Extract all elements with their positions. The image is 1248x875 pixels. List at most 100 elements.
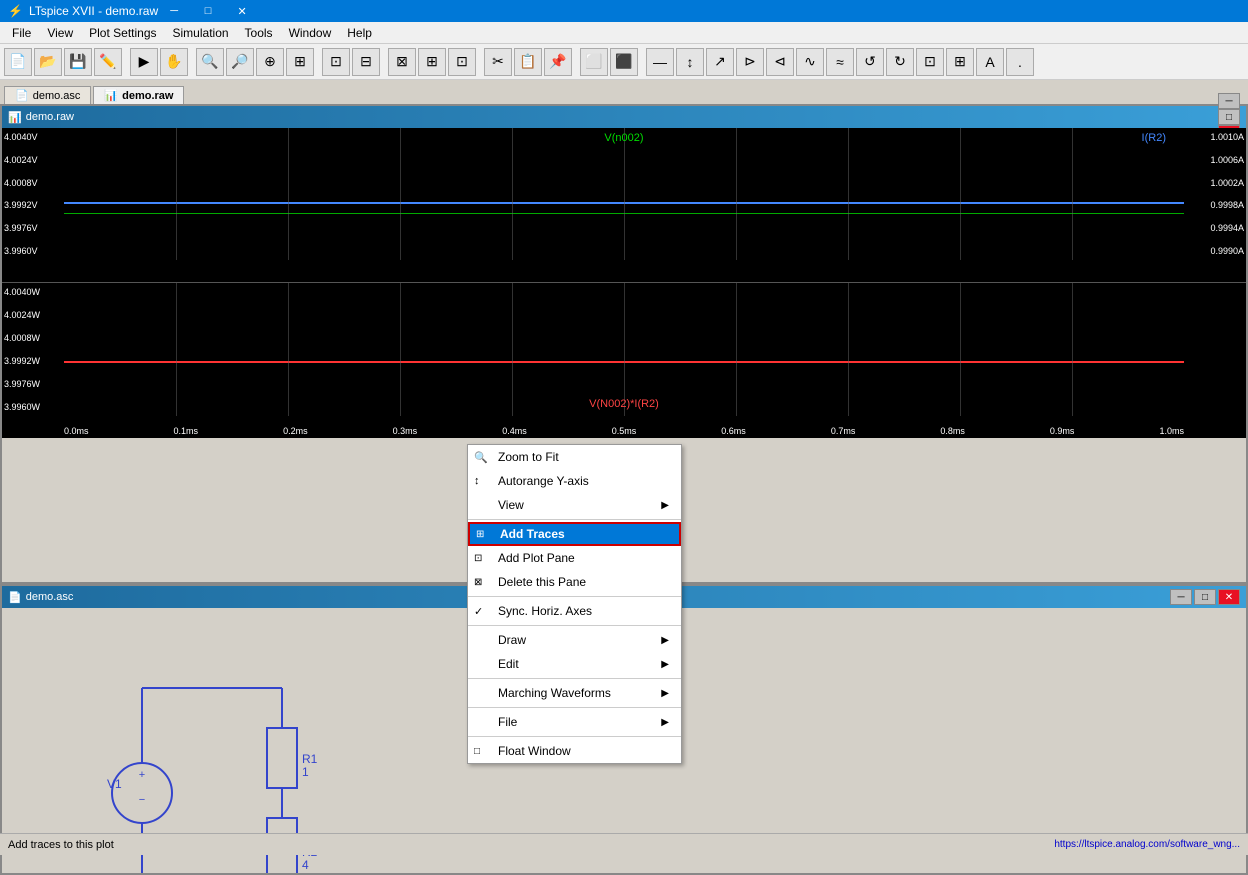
cut-button[interactable]: ✂	[484, 48, 512, 76]
x-label-2: 0.2ms	[283, 426, 308, 436]
cap-button[interactable]: ⬛	[610, 48, 638, 76]
menu-tools[interactable]: Tools	[237, 24, 281, 42]
pane1-y-left-2: 4.0008V	[4, 178, 62, 188]
schematic-close-button[interactable]: ✕	[1218, 589, 1240, 605]
ctx-float-window[interactable]: □ Float Window	[468, 739, 681, 763]
plot-pane1[interactable]: V(n002) I(R2) 4.0040V 4.0024V 4.0008V 3.…	[2, 128, 1246, 283]
tb-extra2[interactable]: ↕	[676, 48, 704, 76]
pane1-y-right-2: 1.0002A	[1186, 178, 1244, 188]
ctx-add-plot-pane-label: Add Plot Pane	[498, 551, 575, 565]
menu-window[interactable]: Window	[281, 24, 340, 42]
grid-line-9	[1072, 128, 1073, 260]
tb-extra10[interactable]: ⊡	[916, 48, 944, 76]
tool4-button[interactable]: ⊞	[418, 48, 446, 76]
grid-line-5	[624, 128, 625, 260]
p2-grid-3	[400, 283, 401, 416]
print-button[interactable]: ✏️	[94, 48, 122, 76]
tb-extra4[interactable]: ⊳	[736, 48, 764, 76]
menu-view[interactable]: View	[39, 24, 81, 42]
pane2-y-left-3: 3.9992W	[4, 356, 62, 366]
tab-demo-raw[interactable]: 📊 demo.raw	[93, 86, 184, 104]
zoom-out-button[interactable]: 🔎	[226, 48, 254, 76]
svg-text:+: +	[139, 769, 145, 781]
ctx-file[interactable]: File ▶	[468, 710, 681, 734]
tool1-button[interactable]: ⊡	[322, 48, 350, 76]
tool5-button[interactable]: ⊡	[448, 48, 476, 76]
svg-text:4: 4	[302, 858, 309, 872]
minimize-button[interactable]: ─	[158, 2, 190, 20]
tool3-button[interactable]: ⊠	[388, 48, 416, 76]
close-button[interactable]: ✕	[226, 2, 258, 20]
zoom-fit-button[interactable]: ⊕	[256, 48, 284, 76]
copy-button[interactable]: 📋	[514, 48, 542, 76]
pane2-y-left-1: 4.0024W	[4, 310, 62, 320]
ctx-autorange-y[interactable]: ↕ Autorange Y-axis	[468, 469, 681, 493]
tab-demo-asc[interactable]: 📄 demo.asc	[4, 86, 91, 104]
ctx-marching-waveforms[interactable]: Marching Waveforms ▶	[468, 681, 681, 705]
tb-extra7[interactable]: ≈	[826, 48, 854, 76]
ctx-delete-pane[interactable]: ⊠ Delete this Pane	[468, 570, 681, 594]
svg-text:V1: V1	[107, 777, 122, 791]
zoom-in-button[interactable]: 🔍	[196, 48, 224, 76]
maximize-button[interactable]: □	[192, 2, 224, 20]
resistor-button[interactable]: ⬜	[580, 48, 608, 76]
tb-extra1[interactable]: —	[646, 48, 674, 76]
schematic-minimize-button[interactable]: ─	[1170, 589, 1192, 605]
ctx-zoom-to-fit[interactable]: 🔍 Zoom to Fit	[468, 445, 681, 469]
svg-text:1: 1	[302, 765, 309, 779]
plot-pane2[interactable]: V(N002)*I(R2) 4.0040W 4.0024W 4.0008W 3.…	[2, 283, 1246, 438]
ctx-sync-horiz[interactable]: ✓ Sync. Horiz. Axes	[468, 599, 681, 623]
menu-help[interactable]: Help	[339, 24, 380, 42]
new-button[interactable]: 📄	[4, 48, 32, 76]
x-axis: 0.0ms 0.1ms 0.2ms 0.3ms 0.4ms 0.5ms 0.6m…	[64, 426, 1184, 436]
ctx-edit[interactable]: Edit ▶	[468, 652, 681, 676]
plot-maximize-button[interactable]: □	[1218, 109, 1240, 125]
p2-grid-5	[624, 283, 625, 416]
pane1-y-left-1: 4.0024V	[4, 155, 62, 165]
ctx-separator-3	[468, 625, 681, 626]
run-button[interactable]: ▶	[130, 48, 158, 76]
ctx-draw-label: Draw	[498, 633, 526, 647]
paste-button[interactable]: 📌	[544, 48, 572, 76]
zoom-rect-button[interactable]: ⊞	[286, 48, 314, 76]
p2-grid-4	[512, 283, 513, 416]
tab-asc-label: demo.asc	[33, 90, 81, 102]
tb-extra9[interactable]: ↻	[886, 48, 914, 76]
open-button[interactable]: 📂	[34, 48, 62, 76]
ctx-add-plot-pane[interactable]: ⊡ Add Plot Pane	[468, 546, 681, 570]
schematic-maximize-button[interactable]: □	[1194, 589, 1216, 605]
ctx-draw[interactable]: Draw ▶	[468, 628, 681, 652]
ctx-zoom-to-fit-label: Zoom to Fit	[498, 450, 559, 464]
plot-minimize-button[interactable]: ─	[1218, 93, 1240, 109]
ctx-sync-horiz-label: Sync. Horiz. Axes	[498, 604, 592, 618]
svg-text:R1: R1	[302, 752, 318, 766]
ctx-delete-pane-label: Delete this Pane	[498, 575, 586, 589]
menu-plot-settings[interactable]: Plot Settings	[81, 24, 164, 42]
plot-window-title: demo.raw	[26, 111, 1218, 123]
menu-simulation[interactable]: Simulation	[165, 24, 237, 42]
tb-extra8[interactable]: ↺	[856, 48, 884, 76]
tool2-button[interactable]: ⊟	[352, 48, 380, 76]
pane1-y-left-4: 3.9976V	[4, 223, 62, 233]
tb-extra13[interactable]: .	[1006, 48, 1034, 76]
halt-button[interactable]: ✋	[160, 48, 188, 76]
edit-submenu-arrow: ▶	[661, 659, 669, 670]
menu-file[interactable]: File	[4, 24, 39, 42]
ctx-float-label: Float Window	[498, 744, 571, 758]
save-button[interactable]: 💾	[64, 48, 92, 76]
tb-extra3[interactable]: ↗	[706, 48, 734, 76]
ctx-view[interactable]: View ▶	[468, 493, 681, 517]
tb-extra6[interactable]: ∿	[796, 48, 824, 76]
grid-line-1	[176, 128, 177, 260]
pane2-y-left-4: 3.9976W	[4, 379, 62, 389]
tb-extra12[interactable]: A	[976, 48, 1004, 76]
pane2-y-left-0: 4.0040W	[4, 287, 62, 297]
ctx-add-traces[interactable]: ⊞ Add Traces	[468, 522, 681, 546]
tb-extra11[interactable]: ⊞	[946, 48, 974, 76]
x-label-6: 0.6ms	[721, 426, 746, 436]
p2-grid-1	[176, 283, 177, 416]
ctx-marching-label: Marching Waveforms	[498, 686, 611, 700]
grid-line-4	[512, 128, 513, 260]
tb-extra5[interactable]: ⊲	[766, 48, 794, 76]
draw-submenu-arrow: ▶	[661, 635, 669, 646]
